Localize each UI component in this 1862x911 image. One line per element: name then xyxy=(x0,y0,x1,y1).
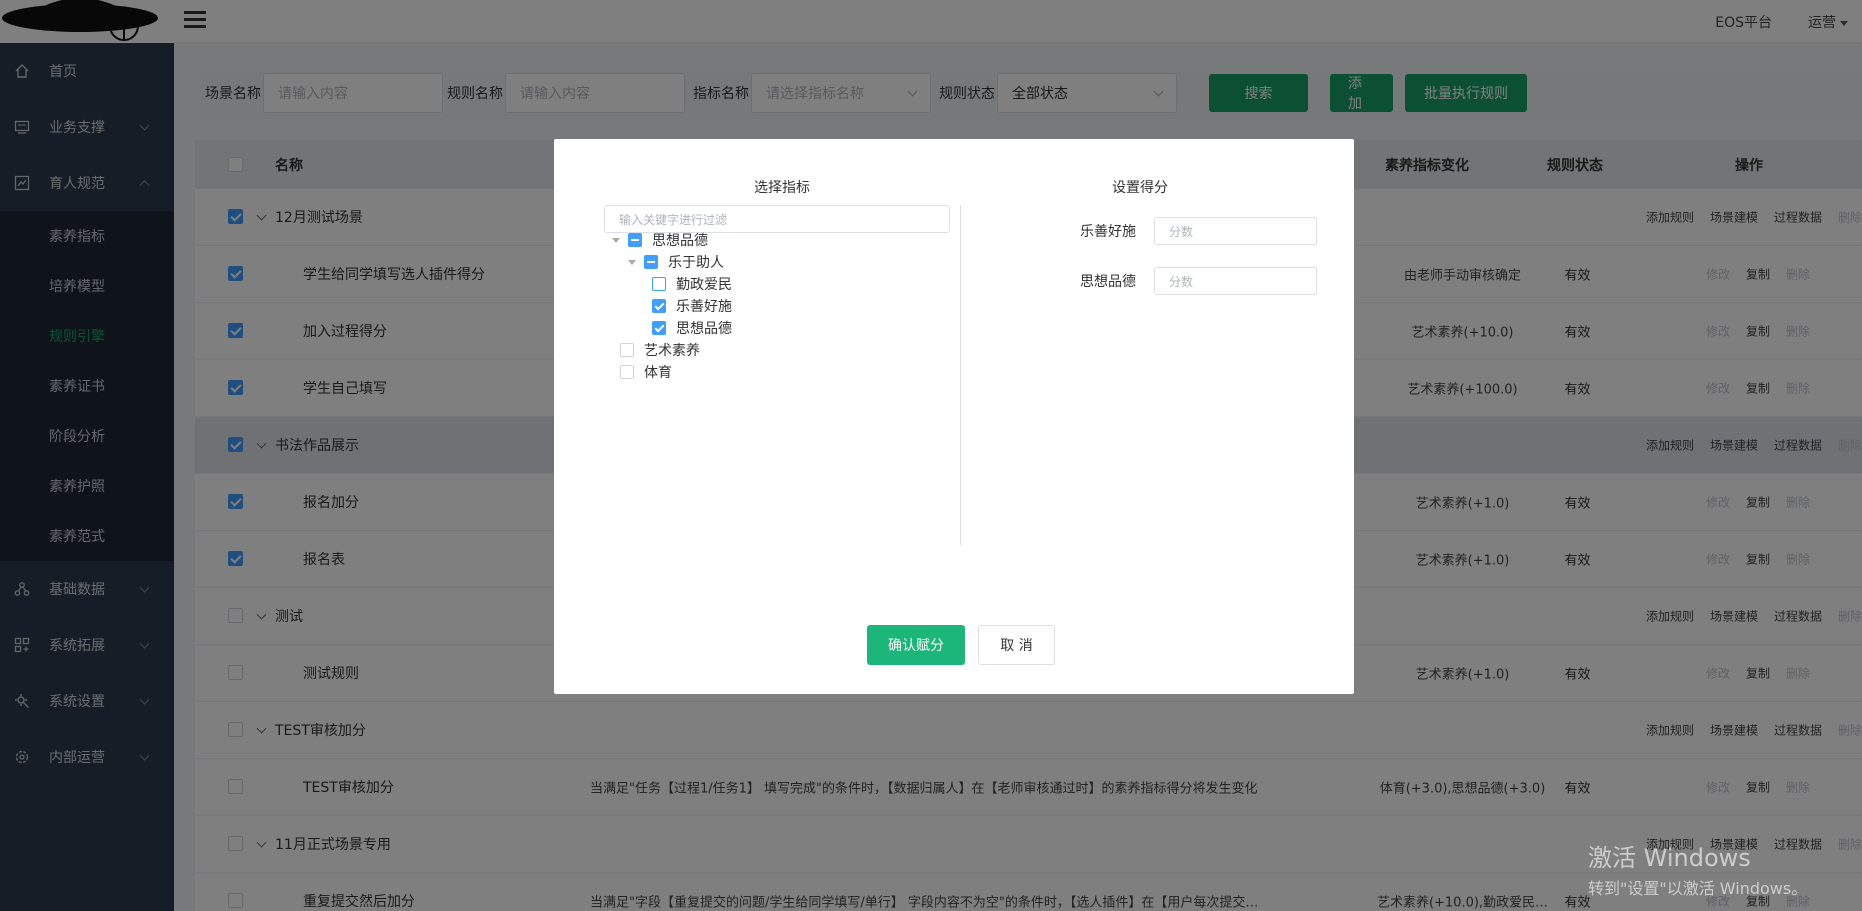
score-input[interactable]: 分数 xyxy=(1154,267,1317,295)
tree-checkbox[interactable] xyxy=(620,365,634,379)
score-dialog: 选择指标 设置得分 输入关键字进行过滤 思想品德 乐于助人 勤政爱民 乐善好施 思想品德… xyxy=(554,139,1354,694)
tree-node[interactable]: 思想品德 xyxy=(652,317,732,339)
windows-watermark: 激活 Windows 转到"设置"以激活 Windows。 xyxy=(1588,838,1807,899)
tree-node-label: 思想品德 xyxy=(652,233,708,249)
watermark-line2: 转到"设置"以激活 Windows。 xyxy=(1588,879,1808,898)
score-row: 思想品德 分数 xyxy=(1054,267,1317,295)
tree-node[interactable]: 艺术素养 xyxy=(620,339,700,361)
tree-checkbox[interactable] xyxy=(652,277,666,291)
tree-node[interactable]: 乐于助人 xyxy=(628,251,724,273)
tree-node[interactable]: 体育 xyxy=(620,361,672,383)
caret-down-icon[interactable] xyxy=(612,237,620,243)
tree-node[interactable]: 乐善好施 xyxy=(652,295,732,317)
score-label: 思想品德 xyxy=(1080,274,1136,290)
tree-checkbox[interactable] xyxy=(644,255,658,269)
tree-checkbox[interactable] xyxy=(652,321,666,335)
tree-checkbox[interactable] xyxy=(628,233,642,247)
watermark-line1: 激活 Windows xyxy=(1588,844,1751,872)
score-label: 乐善好施 xyxy=(1080,224,1136,240)
caret-down-icon[interactable] xyxy=(628,259,636,265)
tree-checkbox[interactable] xyxy=(652,299,666,313)
tree-node-label: 乐善好施 xyxy=(676,299,732,315)
tree-node[interactable]: 勤政爱民 xyxy=(652,273,732,295)
tree-node-label: 艺术素养 xyxy=(644,343,700,359)
tree-node-label: 勤政爱民 xyxy=(676,277,732,293)
tree-node-label: 体育 xyxy=(644,365,672,381)
tree-node-label: 乐于助人 xyxy=(668,255,724,271)
score-input[interactable]: 分数 xyxy=(1154,217,1317,245)
tree-checkbox[interactable] xyxy=(620,343,634,357)
score-row: 乐善好施 分数 xyxy=(1054,217,1317,245)
tree-node-label: 思想品德 xyxy=(676,321,732,337)
select-indicator-title: 选择指标 xyxy=(754,180,810,196)
divider xyxy=(960,205,961,545)
set-score-title: 设置得分 xyxy=(1112,180,1168,196)
tree-node[interactable]: 思想品德 xyxy=(612,229,708,251)
confirm-score-button[interactable]: 确认赋分 xyxy=(867,625,965,665)
cancel-button[interactable]: 取 消 xyxy=(978,625,1055,665)
